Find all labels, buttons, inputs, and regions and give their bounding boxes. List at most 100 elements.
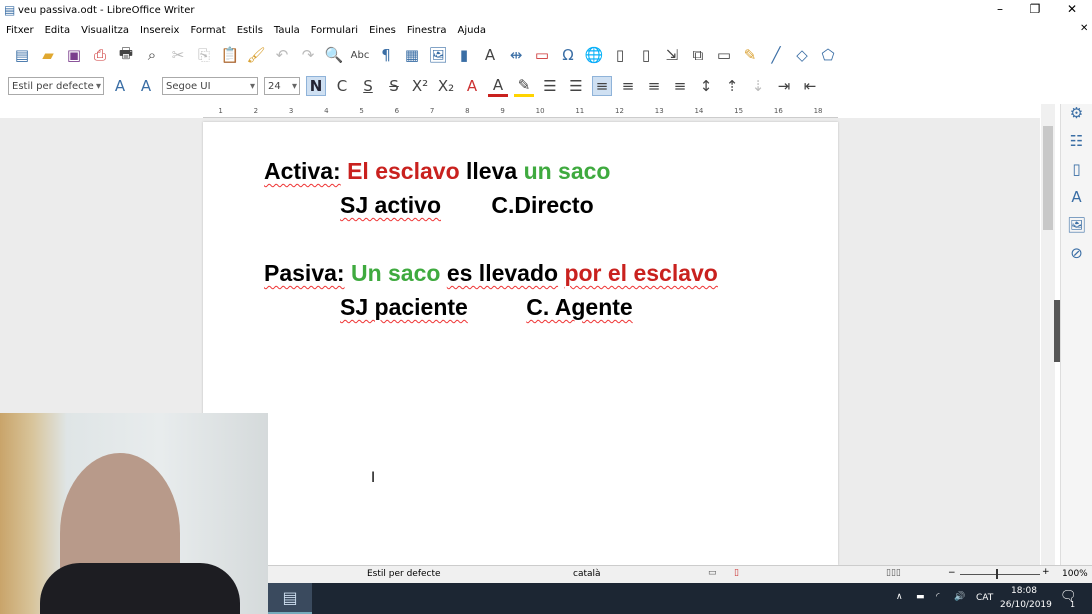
menu-eines[interactable]: Eines xyxy=(369,25,396,36)
sidebar-gallery-icon[interactable]: 🖼 xyxy=(1061,216,1092,244)
zoom-out-button[interactable]: − xyxy=(948,568,956,578)
clock-date[interactable]: 26/10/2019 xyxy=(1000,600,1052,610)
align-center-icon[interactable]: ≡ xyxy=(618,77,638,95)
highlight-icon[interactable]: ✎ xyxy=(514,76,534,97)
clear-formatting-icon[interactable]: A xyxy=(462,77,482,95)
font-color-icon[interactable]: A xyxy=(488,76,508,97)
cut-icon[interactable]: ✂ xyxy=(168,46,188,64)
bold-button[interactable]: N xyxy=(306,76,326,96)
save-icon[interactable]: ▣ xyxy=(64,46,84,64)
text-box-icon[interactable]: A xyxy=(480,46,500,64)
insert-field-icon[interactable]: ▭ xyxy=(532,46,552,64)
decrease-paragraph-spacing-icon[interactable]: ⇣ xyxy=(748,77,768,95)
sidebar-page-icon[interactable]: ▯ xyxy=(1061,160,1092,188)
menu-estils[interactable]: Estils xyxy=(237,25,263,36)
paste-icon[interactable]: 📋 xyxy=(220,46,240,64)
font-size-value: 24 xyxy=(268,80,281,92)
document-page[interactable]: Activa: El esclavo lleva un saco SJ acti… xyxy=(203,122,838,565)
insert-table-icon[interactable]: ▦ xyxy=(402,46,422,64)
font-size-select[interactable]: 24 xyxy=(264,77,300,95)
insert-image-icon[interactable]: 🖼 xyxy=(428,46,448,64)
paragraph-style-select[interactable]: Estil per defecte xyxy=(8,77,104,95)
horizontal-ruler[interactable]: 1 2 3 4 5 6 7 8 9 10 11 12 13 14 15 16 18 xyxy=(203,104,838,118)
line-spacing-icon[interactable]: ↕ xyxy=(696,77,716,95)
redo-icon[interactable]: ↷ xyxy=(298,46,318,64)
track-changes-icon[interactable]: ✎ xyxy=(740,46,760,64)
bullet-list-icon[interactable]: ☰ xyxy=(540,77,560,95)
numbered-list-icon[interactable]: ☰ xyxy=(566,77,586,95)
increase-paragraph-spacing-icon[interactable]: ⇡ xyxy=(722,77,742,95)
endnote-icon[interactable]: ▯ xyxy=(636,46,656,64)
justify-icon[interactable]: ≡ xyxy=(670,77,690,95)
window-title: veu passiva.odt - LibreOffice Writer xyxy=(18,4,195,16)
sidebar-properties-icon[interactable]: ☷ xyxy=(1061,132,1092,160)
decrease-indent-icon[interactable]: ⇤ xyxy=(800,77,820,95)
sidebar-settings-icon[interactable]: ⚙ xyxy=(1061,104,1092,132)
status-language[interactable]: català xyxy=(573,569,601,579)
minimize-button[interactable]: – xyxy=(990,2,1010,16)
menu-insereix[interactable]: Insereix xyxy=(140,25,179,36)
menu-fitxer[interactable]: Fitxer xyxy=(6,25,34,36)
clock-time[interactable]: 18:08 xyxy=(1011,586,1037,596)
copy-icon[interactable]: ⎘ xyxy=(194,46,214,64)
underline-button[interactable]: S xyxy=(358,77,378,95)
sidebar-styles-icon[interactable]: A xyxy=(1061,188,1092,216)
subscript-icon[interactable]: X₂ xyxy=(436,77,456,95)
scrollbar-thumb[interactable] xyxy=(1043,126,1053,230)
close-document-icon[interactable]: ✕ xyxy=(1080,23,1088,34)
insert-chart-icon[interactable]: ▮ xyxy=(454,46,474,64)
selection-mode-icon[interactable]: ▭ xyxy=(708,568,717,578)
align-left-icon[interactable]: ≡ xyxy=(592,76,612,96)
menu-edita[interactable]: Edita xyxy=(45,25,71,36)
shapes-icon[interactable]: ◇ xyxy=(792,46,812,64)
draw-functions-icon[interactable]: ⬠ xyxy=(818,46,838,64)
close-button[interactable]: ✕ xyxy=(1062,2,1082,16)
view-layout-icons[interactable]: ▯▯▯ xyxy=(886,568,901,578)
print-icon[interactable]: 🖶 xyxy=(116,43,136,68)
new-style-icon[interactable]: A xyxy=(136,77,156,95)
cross-reference-icon[interactable]: ⧉ xyxy=(688,46,708,64)
status-page-style[interactable]: Estil per defecte xyxy=(367,569,441,579)
writer-taskbar-icon[interactable]: ▤ xyxy=(268,583,312,614)
font-name-select[interactable]: Segoe UI xyxy=(162,77,258,95)
find-replace-icon[interactable]: 🔍 xyxy=(324,46,344,64)
export-pdf-icon[interactable]: ⎙ xyxy=(90,46,110,64)
menu-ajuda[interactable]: Ajuda xyxy=(458,25,486,36)
superscript-icon[interactable]: X² xyxy=(410,77,430,95)
zoom-slider-thumb[interactable] xyxy=(996,569,998,579)
align-right-icon[interactable]: ≡ xyxy=(644,77,664,95)
zoom-level[interactable]: 100% xyxy=(1062,569,1088,579)
print-preview-icon[interactable]: ⌕ xyxy=(142,46,162,64)
formatting-marks-icon[interactable]: ¶ xyxy=(376,46,396,64)
zoom-in-button[interactable]: + xyxy=(1042,567,1050,577)
wifi-icon[interactable]: ◜ xyxy=(936,592,940,602)
strikethrough-button[interactable]: S xyxy=(384,77,404,95)
update-style-icon[interactable]: A xyxy=(110,77,130,95)
menu-taula[interactable]: Taula xyxy=(274,25,300,36)
input-language[interactable]: CAT xyxy=(976,593,993,603)
power-icon[interactable]: ▬ xyxy=(916,592,925,602)
line-icon[interactable]: ╱ xyxy=(766,46,786,64)
hyperlink-icon[interactable]: 🌐 xyxy=(584,46,604,64)
special-character-icon[interactable]: Ω xyxy=(558,46,578,64)
italic-button[interactable]: C xyxy=(332,77,352,95)
menu-format[interactable]: Format xyxy=(190,25,225,36)
menu-visualitza[interactable]: Visualitza xyxy=(81,25,129,36)
new-document-icon[interactable]: ▤ xyxy=(12,46,32,64)
zoom-slider[interactable] xyxy=(960,574,1040,575)
comment-icon[interactable]: ▭ xyxy=(714,46,734,64)
clone-formatting-icon[interactable]: 🖌 xyxy=(246,46,266,64)
restore-button[interactable]: ❐ xyxy=(1025,2,1045,16)
menu-finestra[interactable]: Finestra xyxy=(407,25,447,36)
footnote-icon[interactable]: ▯ xyxy=(610,46,630,64)
volume-icon[interactable]: 🔊 xyxy=(954,592,965,602)
tray-chevron-icon[interactable]: ∧ xyxy=(896,592,903,602)
increase-indent-icon[interactable]: ⇥ xyxy=(774,77,794,95)
page-break-icon[interactable]: ⇹ xyxy=(506,46,526,64)
bookmark-icon[interactable]: ⇲ xyxy=(662,46,682,64)
open-icon[interactable]: ▰ xyxy=(38,46,58,64)
undo-icon[interactable]: ↶ xyxy=(272,46,292,64)
spelling-icon[interactable]: Abc xyxy=(350,50,370,61)
sidebar-navigator-icon[interactable]: ⊘ xyxy=(1061,244,1092,272)
menu-formulari[interactable]: Formulari xyxy=(311,25,358,36)
